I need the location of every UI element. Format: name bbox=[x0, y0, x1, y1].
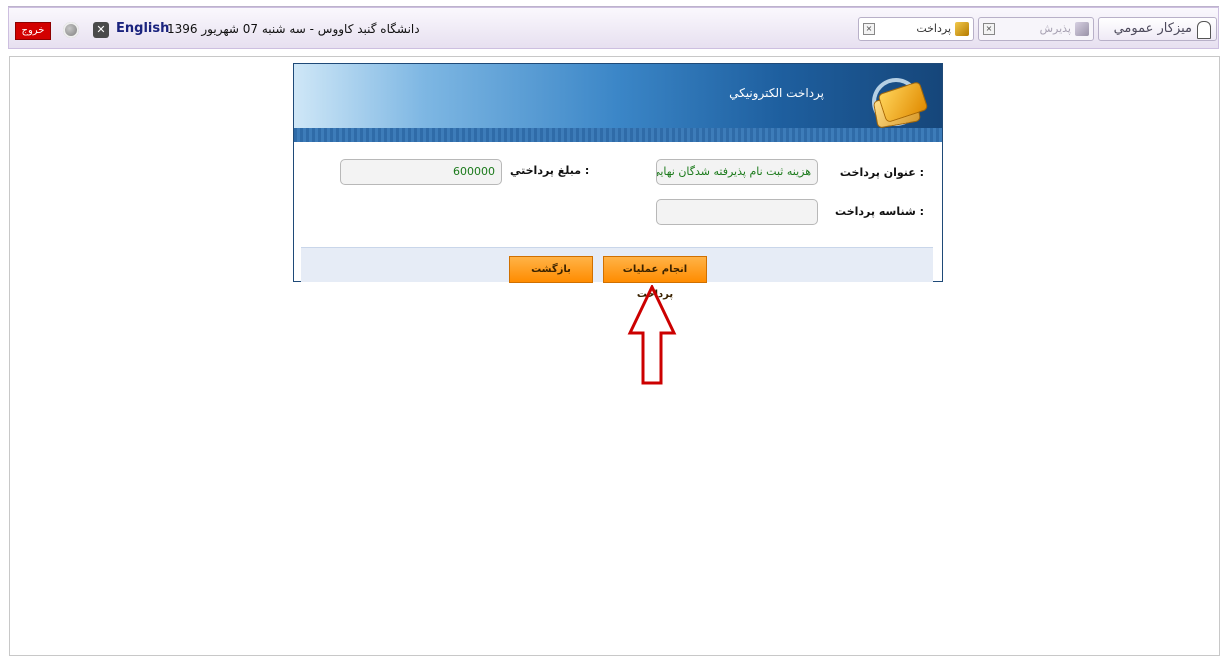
close-icon[interactable]: ✕ bbox=[93, 22, 109, 38]
payment-id-label: شناسه پرداخت : bbox=[835, 205, 924, 218]
refresh-icon[interactable] bbox=[63, 22, 79, 38]
university-date-text: دانشگاه گنبد کاووس - سه شنبه 07 شهریور 1… bbox=[167, 22, 420, 36]
tab-close-icon[interactable]: × bbox=[863, 23, 875, 35]
tab-close-icon[interactable]: × bbox=[983, 23, 995, 35]
language-english-link[interactable]: English bbox=[116, 21, 169, 36]
up-arrow-annotation bbox=[627, 285, 677, 385]
payment-icon bbox=[955, 22, 969, 36]
back-button[interactable]: بازگشت bbox=[509, 256, 593, 283]
amount-label: مبلغ پرداختي : bbox=[510, 164, 590, 177]
exit-button[interactable]: خروج bbox=[15, 22, 51, 40]
tab-admission[interactable]: × پذيرش bbox=[978, 17, 1094, 41]
tab-payment-label: پرداخت bbox=[916, 22, 951, 35]
payment-panel: پرداخت الكترونيكي عنوان پرداخت : هزینه ث… bbox=[293, 63, 943, 300]
panel-title: پرداخت الكترونيكي bbox=[729, 86, 824, 100]
panel-banner: پرداخت الكترونيكي bbox=[294, 64, 942, 142]
amount-field[interactable]: 600000 bbox=[340, 159, 502, 185]
payment-title-label: عنوان پرداخت : bbox=[839, 166, 924, 179]
credit-card-icon bbox=[872, 78, 928, 128]
building-icon bbox=[1197, 21, 1211, 39]
payment-title-field[interactable]: هزینه ثبت نام پذیرفته شدگان نهایی دکتری bbox=[656, 159, 818, 185]
payment-id-field[interactable] bbox=[656, 199, 818, 225]
tab-payment[interactable]: × پرداخت bbox=[858, 17, 974, 41]
edit-icon bbox=[1075, 22, 1089, 36]
tab-admission-label: پذيرش bbox=[1039, 22, 1071, 35]
tab-general-desktop-label: ميزكار عمومي bbox=[1113, 21, 1192, 36]
button-bar: انجام عمليات پرداخت بازگشت bbox=[301, 247, 933, 300]
tab-general-desktop[interactable]: ميزكار عمومي bbox=[1098, 17, 1217, 41]
perform-payment-button[interactable]: انجام عمليات پرداخت bbox=[603, 256, 707, 300]
